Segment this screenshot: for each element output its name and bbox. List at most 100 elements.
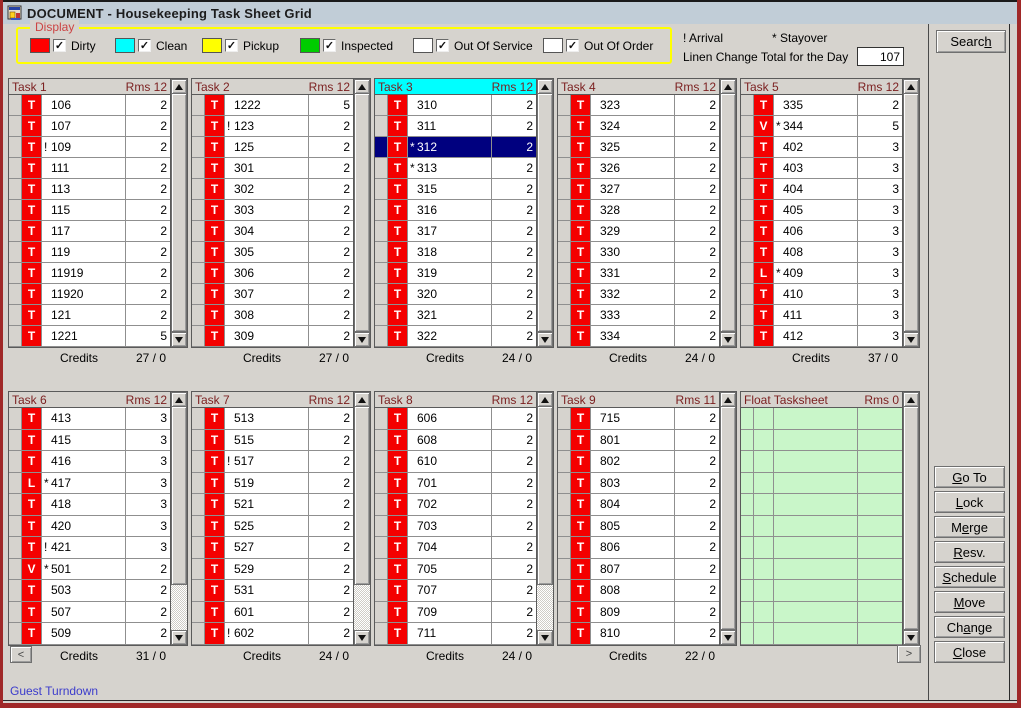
task-row[interactable]: T 521 2 [192,494,353,516]
task-row[interactable]: L *409 3 [741,263,902,284]
task-row[interactable]: T 330 2 [558,242,719,263]
task-row[interactable]: T 810 2 [558,623,719,645]
task-row[interactable]: T 404 3 [741,179,902,200]
task-row[interactable] [741,473,902,495]
task-row[interactable]: T !602 2 [192,623,353,645]
task-row[interactable]: T 326 2 [558,158,719,179]
task-row[interactable]: T 515 2 [192,430,353,452]
out-of-order-checkbox[interactable] [566,39,579,52]
scrollbar[interactable] [536,392,553,645]
task-row[interactable]: T 803 2 [558,473,719,495]
task-row[interactable]: T 318 2 [375,242,536,263]
task-row[interactable]: T 119 2 [9,242,170,263]
scrollbar-thumb[interactable] [903,94,919,332]
task-row[interactable]: T 331 2 [558,263,719,284]
schedule-button[interactable]: Schedule [934,566,1005,588]
task-row[interactable]: T 412 3 [741,326,902,347]
scrollbar-thumb[interactable] [537,407,553,585]
task-row[interactable]: T !421 3 [9,537,170,559]
close-button[interactable]: Close [934,641,1005,663]
task-row[interactable]: T 309 2 [192,326,353,347]
scrollbar-thumb[interactable] [537,94,553,332]
scrollbar[interactable] [719,79,736,347]
task-row[interactable] [741,559,902,581]
scroll-up-button[interactable] [537,79,553,94]
task-row[interactable]: T 804 2 [558,494,719,516]
task-row[interactable]: T 807 2 [558,559,719,581]
task-row[interactable]: T 503 2 [9,580,170,602]
scrollbar-track[interactable] [537,585,553,630]
scrollbar-thumb[interactable] [720,407,736,630]
scrollbar[interactable] [170,79,187,347]
task-row[interactable]: T 411 3 [741,305,902,326]
task-row[interactable]: T 507 2 [9,602,170,624]
task-row[interactable]: T 715 2 [558,408,719,430]
scrollbar-track[interactable] [171,585,187,630]
task-row[interactable]: T 802 2 [558,451,719,473]
task-row[interactable]: T 125 2 [192,137,353,158]
task-row[interactable]: T 519 2 [192,473,353,495]
task-row[interactable]: T 111 2 [9,158,170,179]
task-row[interactable]: T !109 2 [9,137,170,158]
task-row[interactable]: T 704 2 [375,537,536,559]
scrollbar-track[interactable] [354,585,370,630]
scroll-up-button[interactable] [903,392,919,407]
task-row[interactable]: T 121 2 [9,305,170,326]
task-row[interactable] [741,645,902,646]
task-row[interactable]: T 509 2 [9,623,170,645]
scroll-up-button[interactable] [171,392,187,407]
task-row[interactable]: T 303 2 [192,200,353,221]
task-row[interactable]: T 113 2 [9,179,170,200]
task-row[interactable]: T 324 2 [558,116,719,137]
task-row[interactable]: T 11920 2 [9,284,170,305]
task-row[interactable]: L *417 3 [9,473,170,495]
task-row[interactable]: T 408 3 [741,242,902,263]
scroll-down-button[interactable] [354,630,370,645]
task-row[interactable]: T 601 2 [192,602,353,624]
task-row[interactable]: T 332 2 [558,284,719,305]
next-tasksheet-button[interactable]: > [897,645,921,663]
scrollbar-thumb[interactable] [903,407,919,630]
task-row[interactable]: T 315 2 [375,179,536,200]
task-row[interactable] [741,408,902,430]
task-row[interactable] [741,623,902,645]
task-row[interactable]: T 805 2 [558,516,719,538]
task-row[interactable]: T 308 2 [192,305,353,326]
task-row[interactable]: T 307 2 [192,284,353,305]
task-row[interactable]: T 610 2 [375,451,536,473]
out-of-service-checkbox[interactable] [436,39,449,52]
task-row[interactable]: T 608 2 [375,430,536,452]
scrollbar[interactable] [902,79,919,347]
task-row[interactable]: T 310 2 [375,95,536,116]
task-row[interactable]: T 703 2 [375,516,536,538]
task-row[interactable]: T 301 2 [192,158,353,179]
scroll-down-button[interactable] [903,630,919,645]
task-row[interactable]: T 418 3 [9,494,170,516]
task-row[interactable]: T 323 2 [558,95,719,116]
task-row[interactable]: T 317 2 [375,221,536,242]
task-row[interactable]: T 808 2 [558,580,719,602]
task-row[interactable]: T 709 2 [375,602,536,624]
task-row[interactable]: T 1222 5 [192,95,353,116]
dirty-checkbox[interactable] [53,39,66,52]
task-row[interactable]: T 406 3 [741,221,902,242]
scroll-down-button[interactable] [720,332,736,347]
task-row[interactable]: T 707 2 [375,580,536,602]
task-row[interactable]: V *344 5 [741,116,902,137]
task-row[interactable]: T 513 2 [192,408,353,430]
scroll-down-button[interactable] [903,332,919,347]
task-row[interactable]: T 415 3 [9,430,170,452]
task-row[interactable] [741,494,902,516]
scrollbar[interactable] [719,392,736,645]
scroll-up-button[interactable] [354,79,370,94]
task-row[interactable]: T 335 2 [741,95,902,116]
task-row[interactable] [741,602,902,624]
change-button[interactable]: Change [934,616,1005,638]
task-row[interactable]: T 107 2 [9,116,170,137]
pickup-checkbox[interactable] [225,39,238,52]
task-row[interactable]: T 325 2 [558,137,719,158]
guest-turndown-link[interactable]: Guest Turndown [10,684,98,698]
task-row[interactable]: T 405 3 [741,200,902,221]
scrollbar-thumb[interactable] [171,94,187,332]
move-button[interactable]: Move [934,591,1005,613]
